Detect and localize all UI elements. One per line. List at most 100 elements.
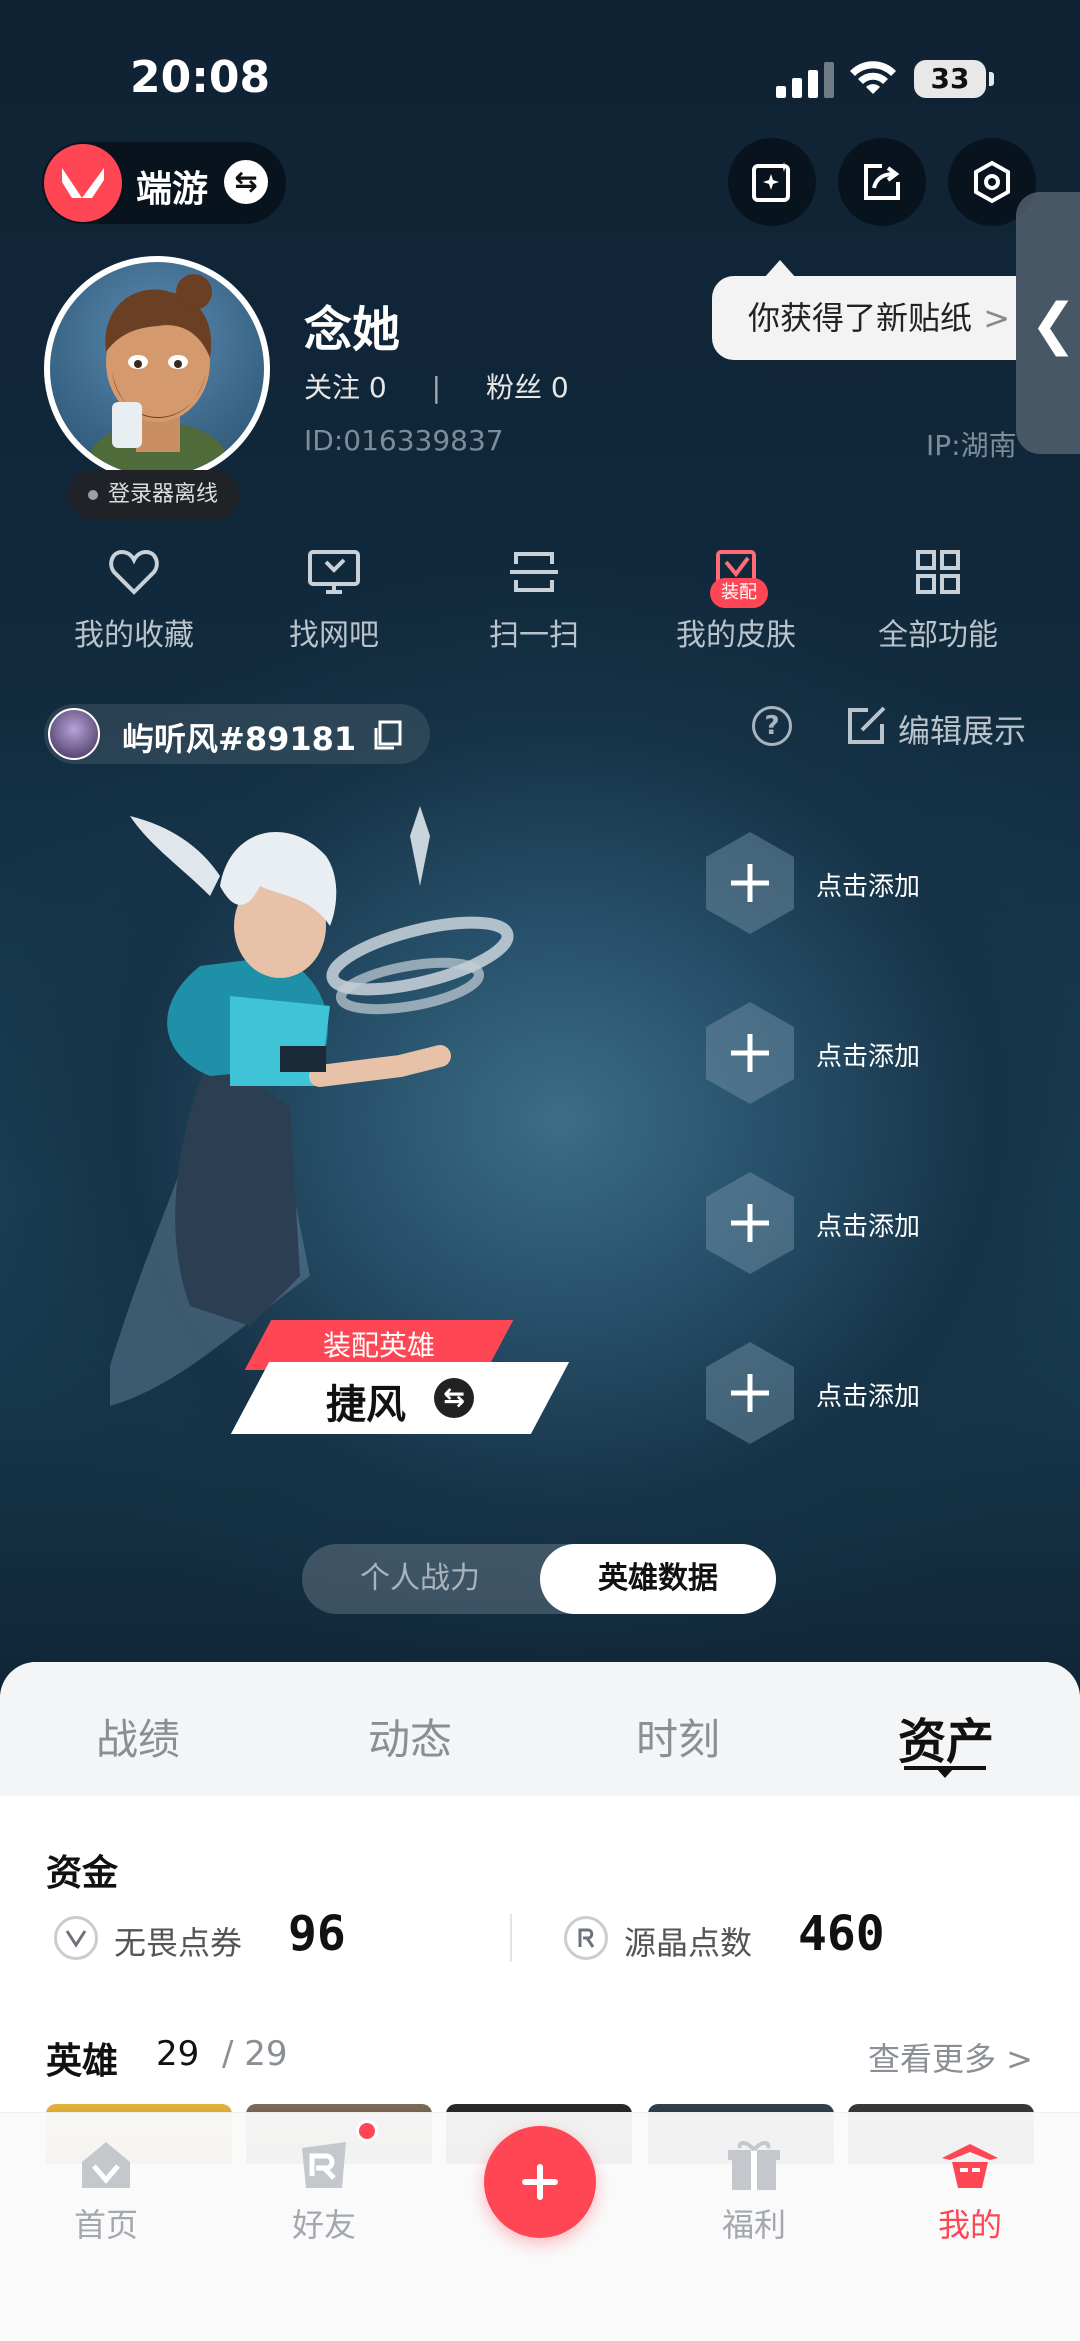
add-slot-label: 点击添加	[816, 872, 921, 902]
game-name: 端游	[136, 169, 209, 210]
tab-assets[interactable]: 资产	[898, 1702, 994, 1772]
data-view-toggle: 个人战力 英雄数据	[302, 1544, 776, 1614]
add-slot-label: 点击添加	[816, 1382, 921, 1412]
friends-icon	[302, 2142, 346, 2188]
launcher-status-badge: 登录器离线	[68, 470, 240, 520]
equip-badge: 装配	[710, 578, 768, 608]
nickname: 念她	[304, 302, 401, 358]
me-icon	[942, 2144, 998, 2188]
nav-label: 福利	[721, 2206, 786, 2244]
stats-separator: |	[431, 371, 442, 404]
nav-label: 好友	[291, 2206, 356, 2244]
tab-indicator	[904, 1766, 986, 1778]
home-icon	[82, 2142, 130, 2188]
gift-icon	[728, 2141, 780, 2190]
copy-icon[interactable]	[370, 718, 404, 752]
add-slot[interactable]: 点击添加	[700, 998, 1010, 1108]
gear-icon	[974, 160, 1010, 204]
follow-count: 0	[368, 371, 387, 404]
quick-action-skins[interactable]: 我的皮肤	[636, 548, 836, 668]
quick-action-label: 我的收藏	[74, 618, 194, 653]
follow-label: 关注	[304, 371, 361, 404]
see-more-link[interactable]: 查看更多 >	[868, 2034, 1033, 2080]
agent-tag: 装配英雄	[322, 1329, 435, 1362]
share-icon	[864, 164, 900, 200]
switch-agent-icon[interactable]: ⇆	[434, 1378, 474, 1418]
quick-action-favorites[interactable]: 我的收藏	[34, 548, 234, 668]
sticker-tip-text: 你获得了新贴纸	[748, 299, 973, 337]
sticker-icon	[752, 162, 790, 202]
quick-action-netcafe[interactable]: 找网吧	[234, 548, 434, 668]
add-hex-icon	[706, 1172, 794, 1274]
fans-count: 0	[550, 371, 569, 404]
add-slot[interactable]: 点击添加	[700, 828, 1010, 938]
sticker-tooltip[interactable]: 你获得了新贴纸 >	[712, 260, 1016, 360]
nav-friends[interactable]: 好友	[234, 2138, 414, 2246]
share-button[interactable]	[838, 138, 926, 226]
fans-label: 粉丝	[486, 371, 543, 404]
sticker-button[interactable]	[728, 138, 816, 226]
funds-divider	[510, 1914, 512, 1962]
side-drawer-handle[interactable]: ❮	[1016, 192, 1080, 454]
radianite-icon	[564, 1916, 608, 1960]
riot-id: 屿听风#89181	[122, 720, 357, 758]
scan-icon	[510, 552, 558, 592]
funds-title: 资金	[46, 1853, 119, 1894]
add-slot-label: 点击添加	[816, 1212, 921, 1242]
toggle-personal-power[interactable]: 个人战力	[302, 1544, 538, 1614]
tab-feed[interactable]: 动态	[368, 1706, 452, 1767]
riot-id-pill[interactable]: 屿听风#89181	[44, 704, 430, 764]
fans-link[interactable]: 粉丝 0	[486, 366, 569, 406]
valorant-logo-icon	[44, 144, 122, 222]
quick-action-label: 扫一扫	[489, 618, 579, 653]
chevron-left-icon: ❮	[1030, 292, 1077, 357]
heroes-title: 英雄	[46, 2041, 119, 2082]
quick-action-all[interactable]: 全部功能	[838, 548, 1038, 668]
help-icon[interactable]: ?	[752, 706, 792, 746]
notification-dot	[356, 2120, 378, 2142]
nav-welfare[interactable]: 福利	[664, 2138, 844, 2246]
grid-icon	[916, 550, 960, 594]
add-hex-icon	[706, 1342, 794, 1444]
valorant-point-icon	[54, 1916, 98, 1960]
content-tabs: 战绩 动态 时刻 资产	[0, 1662, 1080, 1796]
follow-link[interactable]: 关注 0	[304, 366, 387, 406]
quick-action-label: 找网吧	[289, 618, 379, 653]
tab-record[interactable]: 战绩	[96, 1706, 180, 1767]
add-hex-icon	[706, 832, 794, 934]
status-bar: 20:08 33	[0, 0, 1080, 140]
monitor-icon	[308, 550, 360, 594]
wifi-icon	[850, 61, 896, 94]
edit-display-button[interactable]: 编辑展示	[898, 706, 1026, 752]
quick-action-scan[interactable]: 扫一扫	[434, 548, 634, 668]
add-hex-icon	[706, 1002, 794, 1104]
battery-indicator: 33	[914, 60, 994, 98]
quick-action-label: 我的皮肤	[676, 618, 796, 653]
funds-rp-label: 源晶点数	[624, 1924, 753, 1962]
heroes-total: / 29	[222, 2034, 288, 2074]
follow-stats: 关注 0 | 粉丝 0	[304, 366, 569, 406]
add-slot-label: 点击添加	[816, 1042, 921, 1072]
edit-icon[interactable]	[844, 704, 888, 748]
ip-location: IP:湖南	[926, 429, 1017, 462]
game-switcher[interactable]: 端游 ⇆	[42, 142, 286, 224]
quick-action-label: 全部功能	[878, 618, 998, 653]
chevron-right-icon: >	[983, 299, 1010, 337]
cellular-signal-icon	[776, 62, 836, 98]
heroes-owned: 29	[156, 2034, 200, 2074]
nav-label: 首页	[73, 2206, 138, 2244]
tab-moments[interactable]: 时刻	[636, 1706, 720, 1767]
status-time: 20:08	[130, 52, 271, 103]
create-post-button[interactable]	[484, 2126, 596, 2238]
nav-home[interactable]: 首页	[16, 2138, 196, 2246]
avatar[interactable]	[44, 256, 270, 482]
funds-vp-value: 96	[288, 1906, 346, 1962]
add-slot[interactable]: 点击添加	[700, 1168, 1010, 1278]
toggle-hero-data[interactable]: 英雄数据	[540, 1544, 776, 1614]
heart-icon	[109, 549, 159, 595]
user-id: ID:016339837	[304, 424, 504, 457]
nav-me[interactable]: 我的	[880, 2138, 1060, 2246]
funds-vp-label: 无畏点券	[114, 1924, 243, 1962]
add-slot[interactable]: 点击添加	[700, 1338, 1010, 1448]
agent-name: 捷风	[326, 1382, 406, 1428]
